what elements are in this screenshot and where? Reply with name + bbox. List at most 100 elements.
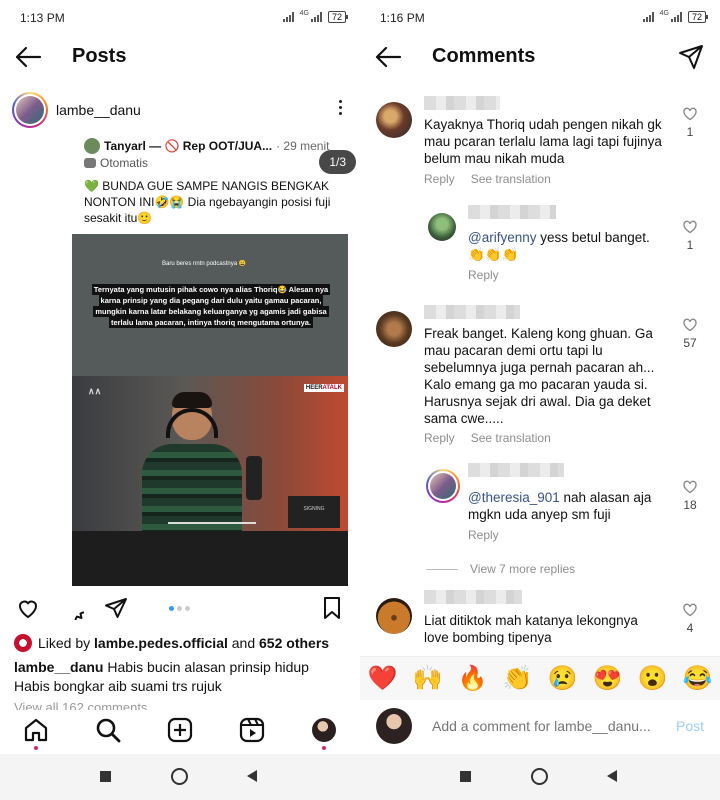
reply-link[interactable]: Reply [424, 172, 455, 186]
post-caption: lambe__danu Habis bucin alasan prinsip h… [14, 659, 309, 694]
comment-text: Freak banget. Kaleng kong ghuan. Ga mau … [424, 326, 655, 426]
heart-outline-icon [683, 480, 697, 494]
heart-outline-icon [683, 318, 697, 332]
post-button[interactable]: Post [676, 718, 704, 734]
back-arrow-icon[interactable] [14, 44, 42, 70]
like-count: 18 [683, 498, 697, 512]
post-username[interactable]: lambe__danu [56, 102, 141, 118]
bot-icon [84, 158, 96, 168]
recents-button[interactable] [460, 771, 471, 782]
replier-username-redacted [468, 205, 556, 219]
comment-like[interactable]: 1 [680, 106, 700, 139]
recents-button[interactable] [100, 771, 111, 782]
reply-text: @arifyenny yess betul banget. 👏👏👏 [468, 230, 650, 262]
tweet-author: Tanyarl — 🚫 Rep OOT/JUA... [104, 139, 273, 153]
commenter-avatar[interactable] [376, 102, 412, 138]
tweet-text: 💚 BUNDA GUE SAMPE NANGIS BENGKAK NONTON … [84, 179, 331, 225]
comment-text: Kayaknya Thoriq udah pengen nikah gk mau… [424, 117, 662, 166]
mention-link[interactable]: @theresia_901 [468, 490, 560, 505]
like-count: 1 [686, 125, 694, 139]
reply-link[interactable]: Reply [468, 268, 499, 282]
emoji-heart[interactable]: ❤️ [368, 664, 398, 694]
create-icon[interactable] [166, 716, 194, 744]
direct-send-icon[interactable] [678, 44, 704, 70]
signal-icon-2 [670, 12, 682, 22]
back-button[interactable] [607, 770, 617, 782]
status-time: 1:16 PM [380, 11, 425, 25]
podcast-logo: ∧∧ [88, 386, 102, 396]
comment-like[interactable]: 18 [680, 479, 700, 512]
emoji-heart-eyes[interactable]: 😍 [593, 664, 623, 694]
emoji-surprised[interactable]: 😮 [638, 664, 668, 694]
back-arrow-icon[interactable] [374, 44, 402, 70]
comment-icon[interactable] [60, 596, 84, 620]
translate-link[interactable]: See translation [471, 172, 551, 186]
my-avatar [376, 708, 412, 744]
more-options-icon[interactable] [336, 100, 344, 120]
commenter-username-redacted [424, 590, 522, 604]
post-header: lambe__danu [0, 90, 360, 132]
reply-item: @arifyenny yess betul banget. 👏👏👏 Reply … [360, 205, 720, 290]
reply-link[interactable]: Reply [424, 431, 455, 445]
signal-icon [282, 12, 294, 22]
comments-screen: 1:16 PM 4G 72 Comments Kayaknya Thoriq u… [360, 0, 720, 800]
video-caption: Ternyata yang mutusin pihak cowo nya ali… [91, 284, 331, 328]
search-icon[interactable] [94, 716, 122, 744]
page-title: Posts [72, 45, 127, 67]
page-title: Comments [432, 45, 536, 67]
view-all-comments[interactable]: View all 162 comments [14, 700, 147, 710]
comment-text: Liat ditiktok mah katanya lekongnya love… [424, 613, 638, 645]
like-count: 4 [686, 621, 694, 635]
posts-screen: 1:13 PM 4G 72 Posts lambe__danu Tanyarl … [0, 0, 360, 800]
comment-like[interactable]: 57 [680, 317, 700, 350]
heart-outline-icon [683, 220, 697, 234]
reels-icon[interactable] [238, 716, 266, 744]
commenter-avatar[interactable] [376, 598, 412, 634]
translate-link[interactable]: See translation [471, 431, 551, 445]
battery-icon: 72 [327, 11, 349, 23]
reply-text: @theresia_901 nah alasan aja mgkn uda an… [468, 490, 652, 522]
commenter-avatar[interactable] [376, 311, 412, 347]
emoji-laughing[interactable]: 😂 [683, 664, 713, 694]
view-more-replies[interactable]: View 7 more replies [426, 562, 575, 576]
tweet-time: · 29 menit [276, 139, 330, 153]
home-button[interactable] [171, 768, 188, 785]
mention-link[interactable]: @arifyenny [468, 230, 536, 245]
status-time: 1:13 PM [20, 11, 65, 25]
home-button[interactable] [531, 768, 548, 785]
tweet-avatar [84, 138, 100, 154]
bookmark-icon[interactable] [320, 596, 344, 620]
comment-like[interactable]: 4 [680, 602, 700, 635]
liker-avatar [14, 634, 32, 652]
tweet-screenshot: Tanyarl — 🚫 Rep OOT/JUA... · 29 menit Ot… [72, 134, 348, 234]
status-bar: 1:13 PM 4G 72 [0, 0, 360, 34]
battery-icon: 72 [687, 11, 709, 23]
share-icon[interactable] [104, 596, 128, 620]
avatar[interactable] [12, 92, 48, 128]
emoji-fire[interactable]: 🔥 [458, 664, 488, 694]
likes-count: 652 others [259, 635, 330, 651]
app-bar: Comments [360, 36, 720, 78]
carousel-dots [169, 606, 190, 611]
comment-like[interactable]: 1 [680, 219, 700, 252]
comment-composer: Post [360, 704, 720, 750]
likes-line[interactable]: Liked by lambe.pedes.official and 652 ot… [14, 634, 354, 652]
post-media[interactable]: Tanyarl — 🚫 Rep OOT/JUA... · 29 menit Ot… [0, 134, 360, 586]
caption-username[interactable]: lambe__danu [14, 659, 103, 675]
heart-outline-icon [683, 603, 697, 617]
post-actions [0, 592, 360, 624]
heart-icon[interactable] [16, 596, 40, 620]
replier-avatar[interactable] [428, 213, 456, 241]
emoji-crying[interactable]: 😢 [548, 664, 578, 694]
home-icon[interactable] [22, 716, 50, 744]
reply-link[interactable]: Reply [468, 528, 499, 542]
comment-input[interactable] [432, 718, 656, 734]
replier-avatar[interactable] [426, 469, 460, 503]
comment-item: Liat ditiktok mah katanya lekongnya love… [360, 590, 720, 654]
emoji-clap[interactable]: 👏 [503, 664, 533, 694]
commenter-username-redacted [424, 305, 520, 319]
status-bar: 1:16 PM 4G 72 [360, 0, 720, 34]
back-button[interactable] [247, 770, 257, 782]
emoji-raised-hands[interactable]: 🙌 [413, 664, 443, 694]
profile-avatar[interactable] [310, 716, 338, 744]
